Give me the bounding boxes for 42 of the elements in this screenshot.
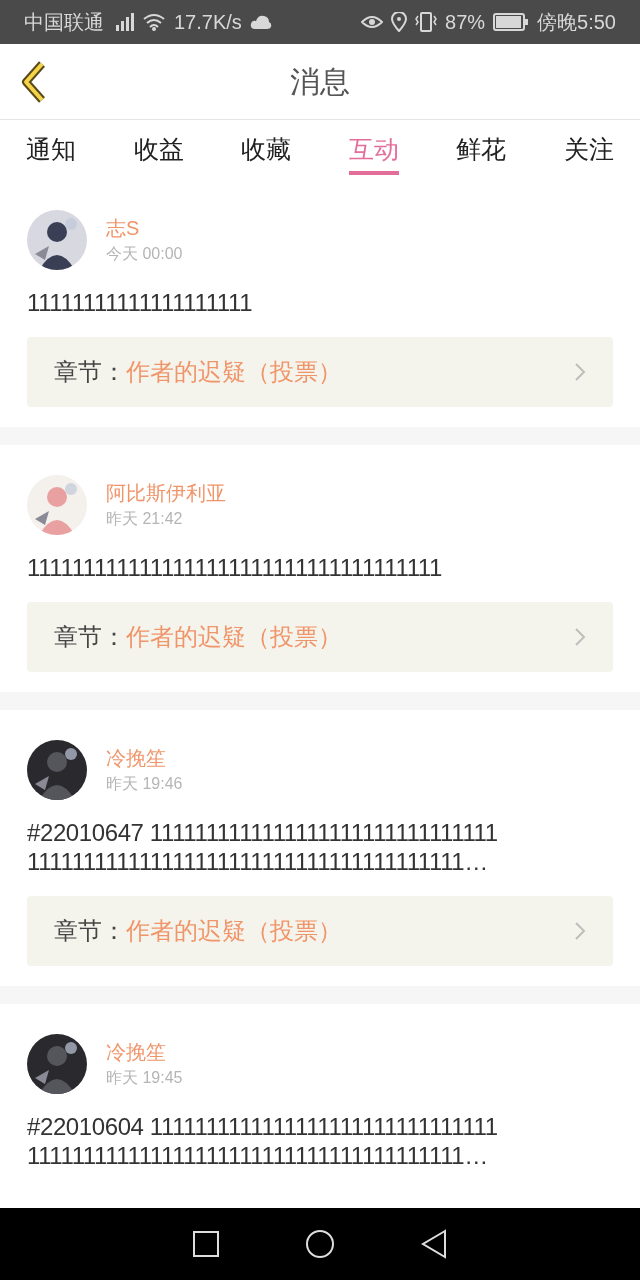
page-title: 消息: [290, 64, 350, 100]
back-triangle-icon[interactable]: [421, 1229, 447, 1259]
chevron-right-icon: [574, 362, 586, 382]
chapter-label: 章节：: [54, 916, 126, 946]
message-line: #22010604 1111111111111111111111111111111: [27, 1112, 499, 1141]
chapter-label: 章节：: [54, 622, 126, 652]
chevron-left-icon: [20, 59, 48, 104]
chapter-link[interactable]: 章节：作者的迟疑（投票）: [27, 337, 613, 407]
vibrate-icon: [415, 12, 438, 32]
tab[interactable]: 通知: [26, 125, 76, 175]
tab[interactable]: 收藏: [241, 125, 292, 175]
location-icon: [391, 12, 408, 32]
message-line: #22010647 1111111111111111111111111111111: [27, 818, 499, 847]
chevron-right-icon: [574, 921, 586, 941]
chapter-link[interactable]: 章节：作者的迟疑（投票）: [27, 602, 613, 672]
circle-icon[interactable]: [305, 1229, 335, 1259]
square-icon[interactable]: [193, 1231, 219, 1257]
message-line: 1111111111111111111111111111111111111: [27, 553, 443, 582]
tab[interactable]: 收益: [133, 125, 184, 175]
cloud-icon: [249, 14, 272, 30]
message-time: 昨天 19:46: [106, 774, 183, 794]
chapter-title: 作者的迟疑（投票）: [126, 916, 342, 946]
message-line: 11111111111111111111: [27, 288, 254, 317]
chapter-title: 作者的迟疑（投票）: [126, 622, 342, 652]
message-line: 111111111111111111111111111111111111111…: [27, 847, 489, 876]
chevron-right-icon: [574, 627, 586, 647]
chapter-title: 作者的迟疑（投票）: [126, 357, 342, 387]
message-time: 昨天 19:45: [106, 1068, 183, 1088]
battery-icon: [493, 13, 530, 31]
eye-icon: [361, 14, 384, 30]
message-time: 今天 00:00: [106, 244, 183, 264]
wifi-icon: [142, 13, 166, 31]
message-line: 111111111111111111111111111111111111111…: [27, 1141, 489, 1170]
battery-percent: 87%: [445, 10, 486, 35]
chapter-link[interactable]: 章节：作者的迟疑（投票）: [27, 896, 613, 966]
chapter-label: 章节：: [54, 357, 126, 387]
carrier-name: 中国联通: [24, 10, 104, 35]
clock: 傍晚5:50: [537, 10, 616, 35]
message-time: 昨天 21:42: [106, 509, 184, 529]
tab[interactable]: 鲜花: [456, 125, 507, 175]
tab[interactable]: 关注: [563, 125, 614, 175]
network-speed: 17.7K/s: [174, 10, 242, 35]
